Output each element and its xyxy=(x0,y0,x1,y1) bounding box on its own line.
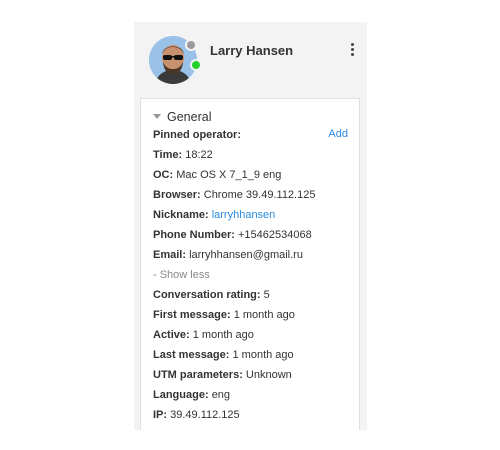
field-utm-parameters: UTM parameters: Unknown xyxy=(153,369,292,381)
contact-name: Larry Hansen xyxy=(210,43,294,58)
field-conversation-rating: Conversation rating: 5 xyxy=(153,289,270,301)
field-active: Active: 1 month ago xyxy=(153,329,254,341)
more-vertical-icon[interactable] xyxy=(347,43,357,59)
field-email: Email: larryhhansen@gmail.ru xyxy=(153,249,303,261)
contact-panel: Larry Hansen General Pinned operator: Ad… xyxy=(134,22,367,430)
online-status-dot xyxy=(190,59,202,71)
general-section-toggle[interactable]: General xyxy=(153,110,211,124)
add-operator-link[interactable]: Add xyxy=(328,128,348,140)
field-phone: Phone Number: +15462534068 xyxy=(153,229,312,241)
field-pinned-operator: Pinned operator: xyxy=(153,129,242,141)
field-first-message: First message: 1 month ago xyxy=(153,309,295,321)
section-title: General xyxy=(167,110,212,124)
field-last-message: Last message: 1 month ago xyxy=(153,349,294,361)
field-nickname: Nickname: larryhhansen xyxy=(153,209,276,221)
field-browser: Browser: Chrome 39.49.112.125 xyxy=(153,189,316,201)
general-section: General Pinned operator: Add Time: 18:22… xyxy=(140,98,360,430)
field-language: Language: eng xyxy=(153,389,231,401)
field-time: Time: 18:22 xyxy=(153,149,213,161)
contact-header: Larry Hansen xyxy=(134,22,367,98)
secondary-status-dot xyxy=(185,39,197,51)
field-os: OC: Mac OS X 7_1_9 eng xyxy=(153,169,282,181)
show-less-toggle[interactable]: - Show less xyxy=(153,269,210,281)
caret-down-icon xyxy=(153,114,161,119)
nickname-link[interactable]: larryhhansen xyxy=(212,209,276,221)
field-ip: IP: 39.49.112.125 xyxy=(153,409,240,421)
